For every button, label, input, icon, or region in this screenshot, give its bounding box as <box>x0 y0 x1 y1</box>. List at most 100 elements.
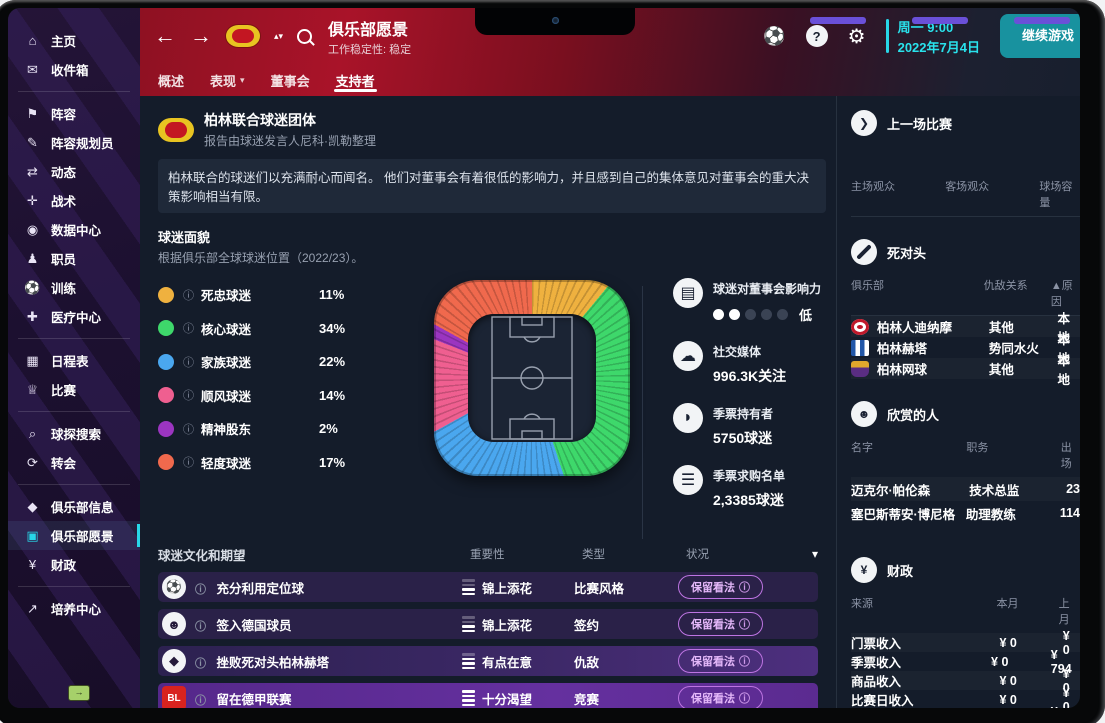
culture-row-set-pieces[interactable]: ⚽ ⓘ 充分利用定位球 锦上添花 比赛风格 保留看法ⓘ <box>158 572 818 602</box>
info-icon[interactable]: ⓘ <box>183 354 194 370</box>
sidebar-item-club-info[interactable]: ◆俱乐部信息 <box>8 492 140 521</box>
forward-button[interactable]: → <box>190 25 212 47</box>
finance-row[interactable]: 商品收入¥ 0¥ 0 <box>851 671 1080 690</box>
sidebar-item-squad-planner[interactable]: ✎阵容规划员 <box>8 128 140 157</box>
info-icon[interactable]: ⓘ <box>195 621 206 633</box>
tab-overview[interactable]: 概述 <box>158 64 184 96</box>
sidebar-item-club-vision[interactable]: ▣俱乐部愿景 <box>8 521 140 550</box>
sidebar-item-label: 阵容规划员 <box>51 133 114 152</box>
collapse-sidebar-button[interactable]: → <box>68 685 90 701</box>
culture-title: 球迷文化和期望 <box>158 545 470 564</box>
tactics-icon: ✛ <box>24 193 41 209</box>
culture-row-german-players[interactable]: ☻ ⓘ 签入德国球员 锦上添花 签约 保留看法ⓘ <box>158 609 818 639</box>
rival-row[interactable]: 柏林网球其他本地 <box>851 358 1080 379</box>
info-icon[interactable]: ⓘ <box>183 421 194 437</box>
fan-type-percent: 17% <box>319 455 345 470</box>
sidebar-item-dynamics[interactable]: ⇄动态 <box>8 157 140 186</box>
fan-type-percent: 34% <box>319 321 345 336</box>
chevron-down-icon[interactable]: ▾ <box>790 547 818 561</box>
search-icon[interactable] <box>297 29 312 44</box>
section-title: 死对头 <box>887 243 926 262</box>
status-pill[interactable]: 保留看法ⓘ <box>678 686 763 708</box>
ticket-icon: ❯ <box>851 110 877 136</box>
sidebar-item-medical[interactable]: ✚医疗中心 <box>8 302 140 331</box>
social-media-stat: ☁ 社交媒体 996.3K关注 <box>673 341 836 386</box>
finance-row[interactable]: 比赛日收入¥ 0¥ 0 <box>851 690 1080 708</box>
status-pill[interactable]: 保留看法ⓘ <box>678 575 763 599</box>
column-importance[interactable]: 重要性 <box>470 546 582 562</box>
sidebar-item-label: 主页 <box>51 31 76 50</box>
sidebar-item-label: 培养中心 <box>51 599 101 618</box>
sidebar-item-staff[interactable]: ♟职员 <box>8 244 140 273</box>
status-pill[interactable]: 保留看法ⓘ <box>678 612 763 636</box>
info-icon[interactable]: ⓘ <box>195 584 206 596</box>
sidebar: ⌂主页 ✉收件箱 ⚑阵容 ✎阵容规划员 ⇄动态 ✛战术 ◉数据中心 ♟职员 ⚽训… <box>8 8 140 708</box>
column-name[interactable]: 名字 <box>851 439 966 471</box>
rival-row[interactable]: 柏林人迪纳摩其他本地 <box>851 316 1080 337</box>
sidebar-item-scouting[interactable]: ⌕球探搜索 <box>8 419 140 448</box>
sidebar-item-matches[interactable]: ♕比赛 <box>8 375 140 404</box>
culture-row-beat-rivals[interactable]: ◆ ⓘ 挫败死对头柏林赫塔 有点在意 仇敌 保留看法ⓘ <box>158 646 818 676</box>
page-background: ⌂主页 ✉收件箱 ⚑阵容 ✎阵容规划员 ⇄动态 ✛战术 ◉数据中心 ♟职员 ⚽训… <box>0 0 1105 723</box>
sidebar-item-transfers[interactable]: ⟳转会 <box>8 448 140 477</box>
help-icon[interactable]: ? <box>806 25 828 47</box>
info-icon[interactable]: ⓘ <box>183 320 194 336</box>
union-berlin-crest[interactable] <box>226 25 260 47</box>
schedule-icon: ▦ <box>24 353 41 369</box>
quick-switch-chevrons[interactable]: ▴▾ <box>274 32 283 40</box>
tab-label: 表现 <box>210 71 236 90</box>
fan-type-row: ⓘ核心球迷34% <box>158 312 426 346</box>
column-source[interactable]: 来源 <box>851 595 997 627</box>
column-type[interactable]: 类型 <box>582 546 686 562</box>
sidebar-item-development[interactable]: ↗培养中心 <box>8 594 140 623</box>
sidebar-item-finances[interactable]: ¥财政 <box>8 550 140 579</box>
culture-row-label: 挫败死对头柏林赫塔 <box>216 656 329 670</box>
stadium-ring <box>434 280 630 476</box>
shield-icon: ◆ <box>162 649 186 673</box>
gear-icon[interactable]: ⚙ <box>848 24 866 49</box>
sidebar-item-home[interactable]: ⌂主页 <box>8 26 140 55</box>
info-icon[interactable]: ⓘ <box>183 287 194 303</box>
back-button[interactable]: ← <box>154 25 176 47</box>
sidebar-item-training[interactable]: ⚽训练 <box>8 273 140 302</box>
hertha-berlin-badge <box>851 340 869 356</box>
rival-row[interactable]: 柏林赫塔势同水火本地 <box>851 337 1080 358</box>
culture-type: 签约 <box>574 615 678 634</box>
stat-label: 季票持有者 <box>713 403 773 422</box>
culture-row-stay-bundesliga[interactable]: BL ⓘ 留在德甲联赛 十分渴望 竞赛 保留看法ⓘ <box>158 683 818 708</box>
sidebar-item-inbox[interactable]: ✉收件箱 <box>8 55 140 84</box>
sidebar-item-tactics[interactable]: ✛战术 <box>8 186 140 215</box>
fan-type-label: 精神股东 <box>201 419 319 438</box>
rival-relation: 其他 <box>989 359 1058 378</box>
info-icon[interactable]: ⓘ <box>183 387 194 403</box>
tab-board[interactable]: 董事会 <box>271 64 310 96</box>
sidebar-item-label: 训练 <box>51 278 76 297</box>
sidebar-item-squad[interactable]: ⚑阵容 <box>8 99 140 128</box>
finance-row[interactable]: 门票收入¥ 0¥ 0 <box>851 633 1080 652</box>
column-role[interactable]: 职务 <box>966 439 1060 471</box>
info-icon[interactable]: ⓘ <box>195 695 206 707</box>
admired-row[interactable]: 塞巴斯蒂安·博尼格助理教练114 <box>851 501 1080 525</box>
column-club[interactable]: 俱乐部 <box>851 277 984 309</box>
deco-bar <box>912 17 968 24</box>
sidebar-item-data-hub[interactable]: ◉数据中心 <box>8 215 140 244</box>
admired-table: 迈克尔·帕伦森技术总监23 塞巴斯蒂安·博尼格助理教练114 <box>851 477 1080 525</box>
tab-supporters[interactable]: 支持者 <box>336 64 375 96</box>
column-apps[interactable]: 出场 <box>1061 439 1080 471</box>
stat-label: 球迷对董事会影响力 <box>713 278 821 297</box>
info-icon[interactable]: ⓘ <box>183 454 194 470</box>
info-icon[interactable]: ⓘ <box>195 658 206 670</box>
column-this-month[interactable]: 本月 <box>997 595 1059 627</box>
admired-row[interactable]: 迈克尔·帕伦森技术总监23 <box>851 477 1080 501</box>
world-icon[interactable]: ⚽ <box>763 26 785 47</box>
status-pill[interactable]: 保留看法ⓘ <box>678 649 763 673</box>
column-status[interactable]: 状况 <box>686 546 790 562</box>
sidebar-item-schedule[interactable]: ▦日程表 <box>8 346 140 375</box>
column-last-month[interactable]: 上月 <box>1059 595 1080 627</box>
column-relation[interactable]: 仇敌关系 <box>984 277 1051 309</box>
sidebar-nav: ⌂主页 ✉收件箱 ⚑阵容 ✎阵容规划员 ⇄动态 ✛战术 ◉数据中心 ♟职员 ⚽训… <box>8 8 140 623</box>
fan-type-row: ⓘ顺风球迷14% <box>158 379 426 413</box>
tab-performance[interactable]: 表现▾ <box>210 64 245 96</box>
finance-row[interactable]: 季票收入¥ 0¥ 794 <box>851 652 1080 671</box>
column-reason[interactable]: ▲原因 <box>1051 277 1080 309</box>
